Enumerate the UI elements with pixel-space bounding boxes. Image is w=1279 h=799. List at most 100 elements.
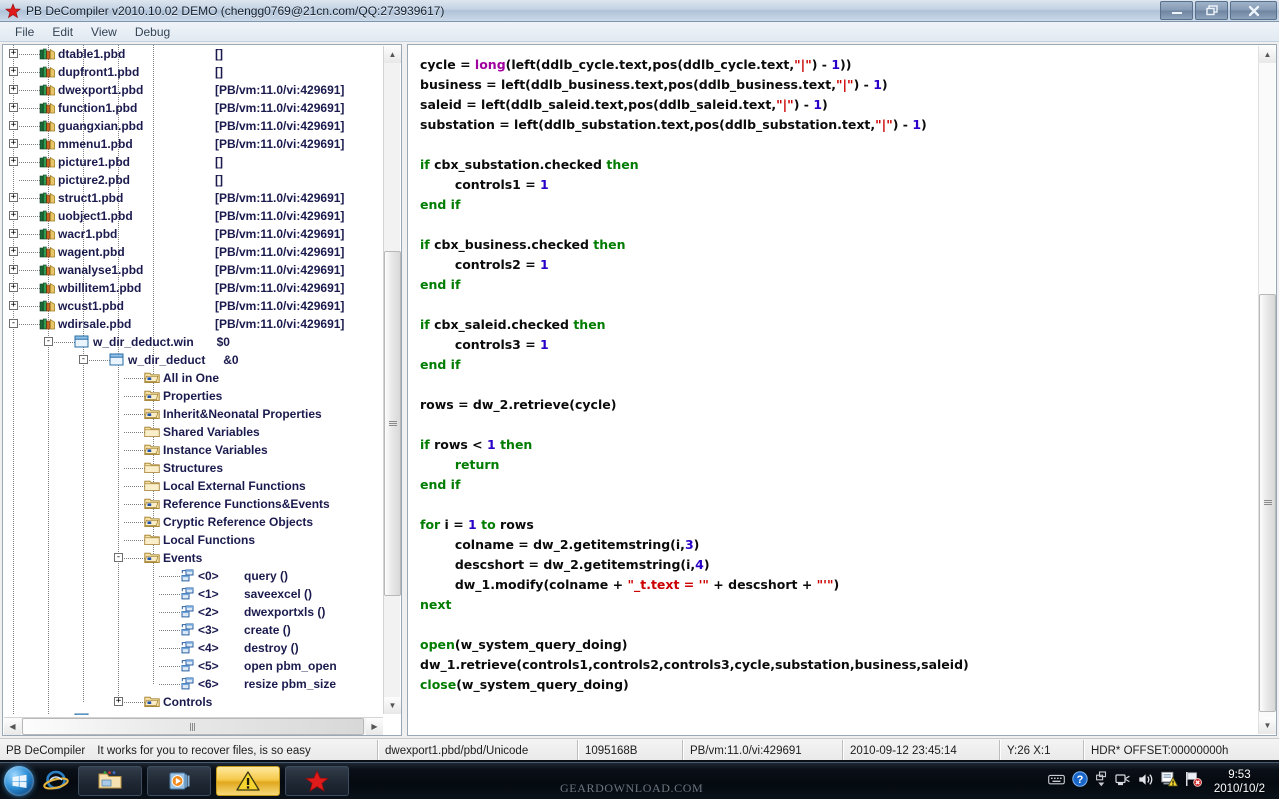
tree-collapse-icon[interactable]: - bbox=[79, 355, 88, 364]
tree-expand-icon[interactable]: + bbox=[9, 229, 18, 238]
tree-horizontal-scroll-thumb[interactable] bbox=[22, 718, 364, 735]
tree-expand-icon[interactable]: + bbox=[9, 121, 18, 130]
source-code-view[interactable]: cycle = long(left(ddlb_cycle.text,pos(dd… bbox=[408, 45, 1258, 735]
menu-item-file[interactable]: File bbox=[6, 23, 43, 41]
tree-expand-icon[interactable]: + bbox=[9, 193, 18, 202]
tree-expand-icon[interactable]: + bbox=[9, 67, 18, 76]
tree-node-label: w_dir_deduct_achievement.win bbox=[93, 711, 273, 715]
taskbar-window-warning-button[interactable] bbox=[216, 766, 280, 796]
tree-node[interactable]: +wbillitem1.pbd[PB/vm:11.0/vi:429691] bbox=[3, 279, 381, 297]
tree-node[interactable]: +w_dir_deduct_achievement.win$1 bbox=[3, 711, 381, 715]
flag-error-icon[interactable] bbox=[1185, 771, 1202, 792]
tree-node[interactable]: Local Functions bbox=[3, 531, 381, 549]
code-token: "|" bbox=[875, 117, 893, 132]
tree-node[interactable]: +Controls bbox=[3, 693, 381, 711]
tree-expand-icon[interactable]: + bbox=[9, 85, 18, 94]
tree-node[interactable]: All in One bbox=[3, 369, 381, 387]
minimize-button[interactable] bbox=[1160, 1, 1193, 20]
taskbar-window-pbdecompiler-button[interactable] bbox=[285, 766, 349, 796]
tree-node[interactable]: Inherit&Neonatal Properties bbox=[3, 405, 381, 423]
tree-node[interactable]: +dtable1.pbd[] bbox=[3, 45, 381, 63]
tree-node[interactable]: +mmenu1.pbd[PB/vm:11.0/vi:429691] bbox=[3, 135, 381, 153]
action-center-icon[interactable] bbox=[1161, 771, 1178, 792]
tree-expand-icon[interactable]: + bbox=[9, 139, 18, 148]
tree-node[interactable]: -wdirsale.pbd[PB/vm:11.0/vi:429691] bbox=[3, 315, 381, 333]
tree-node[interactable]: +struct1.pbd[PB/vm:11.0/vi:429691] bbox=[3, 189, 381, 207]
tree-collapse-icon[interactable]: - bbox=[9, 319, 18, 328]
tree-expand-icon[interactable]: + bbox=[9, 247, 18, 256]
tree-node[interactable]: <0>query () bbox=[3, 567, 381, 585]
tree-scroll-left-arrow[interactable]: ◀ bbox=[4, 718, 21, 735]
tree-expand-icon[interactable]: + bbox=[9, 49, 18, 58]
network-icon[interactable] bbox=[1115, 771, 1131, 792]
tree-node[interactable]: +picture1.pbd[] bbox=[3, 153, 381, 171]
tree-node[interactable]: -Events bbox=[3, 549, 381, 567]
taskbar-media-player-button[interactable] bbox=[147, 766, 211, 796]
tree-node[interactable]: <6>resize pbm_size bbox=[3, 675, 381, 693]
tree-node[interactable]: -w_dir_deduct&0 bbox=[3, 351, 381, 369]
tree-scroll-down-arrow[interactable]: ▼ bbox=[384, 697, 401, 714]
tree-node[interactable]: +function1.pbd[PB/vm:11.0/vi:429691] bbox=[3, 99, 381, 117]
tree-expand-icon[interactable]: + bbox=[9, 265, 18, 274]
tree-node[interactable]: <2>dwexportxls () bbox=[3, 603, 381, 621]
help-icon[interactable]: ? bbox=[1072, 771, 1088, 792]
tree-node[interactable]: Instance Variables bbox=[3, 441, 381, 459]
tree-collapse-icon[interactable]: - bbox=[114, 553, 123, 562]
tree-node[interactable]: Structures bbox=[3, 459, 381, 477]
tree-node[interactable]: <1>saveexcel () bbox=[3, 585, 381, 603]
keyboard-icon[interactable] bbox=[1048, 773, 1065, 791]
tree-node[interactable]: Cryptic Reference Objects bbox=[3, 513, 381, 531]
tree-node[interactable]: +wcust1.pbd[PB/vm:11.0/vi:429691] bbox=[3, 297, 381, 315]
tree-node[interactable]: +wacr1.pbd[PB/vm:11.0/vi:429691] bbox=[3, 225, 381, 243]
tree-horizontal-scrollbar[interactable]: ◀ ▶ bbox=[4, 717, 383, 734]
tree-vertical-scrollbar[interactable]: ▲ ▼ bbox=[383, 46, 400, 714]
tree-scroll-right-arrow[interactable]: ▶ bbox=[366, 718, 383, 735]
menu-item-edit[interactable]: Edit bbox=[43, 23, 82, 41]
tree-node[interactable]: -w_dir_deduct.win$0 bbox=[3, 333, 381, 351]
code-token: if bbox=[420, 437, 430, 452]
code-scroll-up-arrow[interactable]: ▲ bbox=[1259, 46, 1276, 63]
tree-node[interactable]: <5>open pbm_open bbox=[3, 657, 381, 675]
code-vertical-scroll-thumb[interactable] bbox=[1259, 294, 1276, 712]
tree-node[interactable]: +dupfront1.pbd[] bbox=[3, 63, 381, 81]
tree-node-label: All in One bbox=[163, 369, 219, 387]
tree-node[interactable]: +dwexport1.pbd[PB/vm:11.0/vi:429691] bbox=[3, 81, 381, 99]
taskbar-internet-explorer-icon[interactable] bbox=[39, 766, 73, 796]
status-offset: HDR* OFFSET:00000000h bbox=[1084, 740, 1279, 762]
code-token: 1 bbox=[540, 177, 549, 192]
tree-node[interactable]: Local External Functions bbox=[3, 477, 381, 495]
tree-vertical-scroll-thumb[interactable] bbox=[384, 251, 401, 596]
tree-expand-icon[interactable]: + bbox=[9, 283, 18, 292]
menu-item-debug[interactable]: Debug bbox=[126, 23, 179, 41]
maximize-button[interactable] bbox=[1195, 1, 1228, 20]
menu-item-view[interactable]: View bbox=[82, 23, 126, 41]
tree-expand-icon[interactable]: + bbox=[9, 301, 18, 310]
library-tree[interactable]: +dtable1.pbd[]+dupfront1.pbd[]+dwexport1… bbox=[3, 45, 381, 715]
close-button[interactable] bbox=[1230, 1, 1277, 20]
tree-node[interactable]: +uobject1.pbd[PB/vm:11.0/vi:429691] bbox=[3, 207, 381, 225]
tree-node[interactable]: +guangxian.pbd[PB/vm:11.0/vi:429691] bbox=[3, 117, 381, 135]
code-vertical-scrollbar[interactable]: ▲ ▼ bbox=[1258, 46, 1275, 734]
tree-node[interactable]: <4>destroy () bbox=[3, 639, 381, 657]
tree-node[interactable]: Properties bbox=[3, 387, 381, 405]
taskbar-clock[interactable]: 9:53 2010/10/2 bbox=[1210, 768, 1279, 796]
tree-node[interactable]: +wanalyse1.pbd[PB/vm:11.0/vi:429691] bbox=[3, 261, 381, 279]
code-line: end if bbox=[420, 195, 1258, 215]
show-hidden-icons-icon[interactable] bbox=[1095, 771, 1108, 793]
tree-node[interactable]: Shared Variables bbox=[3, 423, 381, 441]
tree-expand-icon[interactable]: + bbox=[9, 103, 18, 112]
tree-node[interactable]: <3>create () bbox=[3, 621, 381, 639]
tree-expand-icon[interactable]: + bbox=[9, 157, 18, 166]
tree-collapse-icon[interactable]: - bbox=[44, 337, 53, 346]
folder-open-icon bbox=[144, 497, 160, 511]
tree-node[interactable]: picture2.pbd[] bbox=[3, 171, 381, 189]
tree-expand-icon[interactable]: + bbox=[114, 697, 123, 706]
tree-node[interactable]: +wagent.pbd[PB/vm:11.0/vi:429691] bbox=[3, 243, 381, 261]
volume-icon[interactable] bbox=[1138, 772, 1154, 792]
tree-scroll-up-arrow[interactable]: ▲ bbox=[384, 46, 401, 63]
start-button[interactable] bbox=[4, 766, 34, 796]
tree-node[interactable]: Reference Functions&Events bbox=[3, 495, 381, 513]
taskbar-windows-explorer-button[interactable] bbox=[78, 766, 142, 796]
tree-expand-icon[interactable]: + bbox=[9, 211, 18, 220]
code-scroll-down-arrow[interactable]: ▼ bbox=[1259, 717, 1276, 734]
